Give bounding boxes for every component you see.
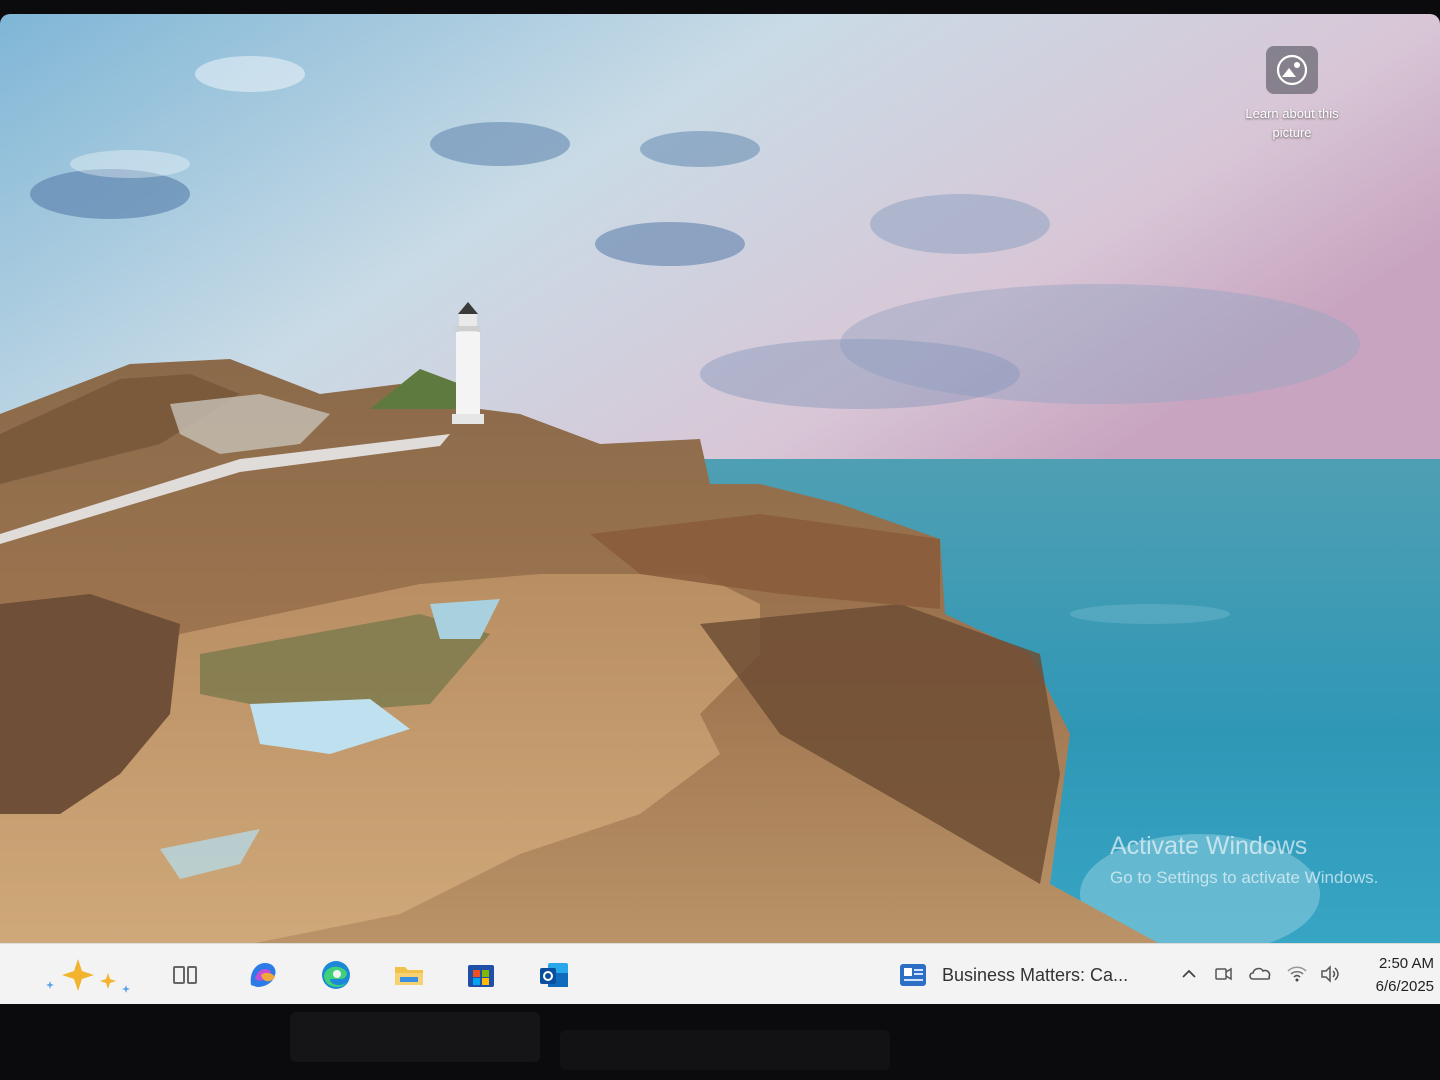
file-explorer-icon[interactable] (386, 952, 432, 998)
learn-about-picture-label: Learn about this picture (1245, 106, 1339, 140)
camera-icon (1266, 46, 1318, 94)
wifi-icon[interactable] (1283, 960, 1311, 988)
meet-now-icon[interactable] (1210, 960, 1238, 988)
onedrive-icon[interactable] (1246, 960, 1274, 988)
volume-icon[interactable] (1316, 960, 1344, 988)
system-clock[interactable]: 2:50 AM 6/6/2025 (1376, 952, 1434, 998)
microsoft-store-icon[interactable] (458, 952, 504, 998)
outlook-icon[interactable] (531, 952, 577, 998)
learn-about-picture-button[interactable]: Learn about this picture (1244, 46, 1340, 142)
activate-subtitle: Go to Settings to activate Windows. (1110, 868, 1379, 887)
desktop-screen: Learn about this picture Activate Window… (0, 14, 1440, 1004)
activate-title: Activate Windows (1110, 832, 1308, 860)
chevron-up-icon[interactable] (1175, 960, 1203, 988)
task-view-icon[interactable] (162, 952, 208, 998)
taskbar: Business Matters: Ca... 2:50 AM 6/6/2025 (0, 943, 1440, 1004)
monitor-stand (290, 1012, 540, 1062)
news-headline: Business Matters: Ca... (942, 964, 1129, 985)
clock-date: 6/6/2025 (1375, 978, 1434, 995)
edge-icon[interactable] (313, 952, 359, 998)
monitor-base (560, 1030, 890, 1070)
clock-time: 2:50 AM (1378, 955, 1434, 972)
copilot-icon[interactable] (240, 952, 286, 998)
news-widget[interactable]: Business Matters: Ca... (898, 954, 1142, 996)
news-icon (900, 964, 926, 986)
activate-windows-watermark: Activate Windows Go to Settings to activ… (1110, 830, 1378, 890)
sparkle-icon[interactable] (40, 952, 136, 998)
